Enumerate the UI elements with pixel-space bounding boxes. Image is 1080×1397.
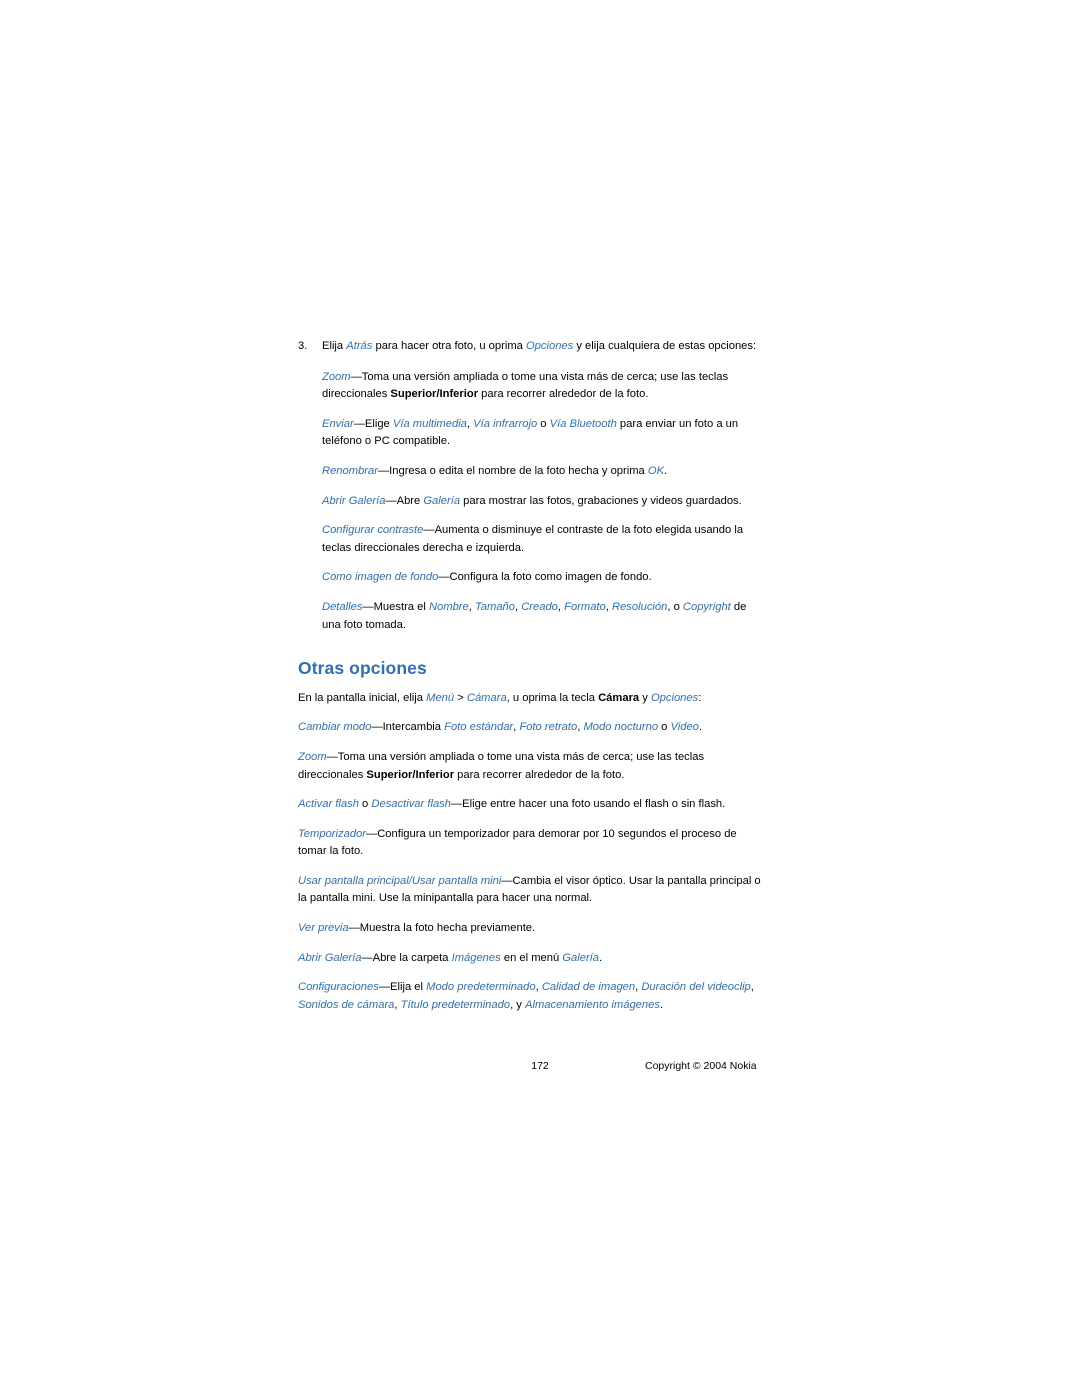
option-configuraciones-tail: . [659, 998, 664, 1011]
link-creado: Creado [521, 600, 558, 613]
option-renombrar-label: Renombrar [322, 464, 378, 477]
option-usar-pantalla: Usar pantalla principal/Usar pantalla mi… [298, 873, 768, 908]
intro-text-3: , u oprima la tecla [506, 691, 599, 704]
option-temporizador-label: Temporizador [298, 827, 366, 840]
option-enviar-desc: —Elige [353, 417, 393, 430]
option-abrir-galeria-2-mid: en el menú [500, 951, 563, 964]
option-configuraciones: Configuraciones—Elija el Modo predetermi… [298, 981, 754, 1011]
option-zoom-1-label: Zoom [322, 370, 351, 383]
step-3-text-1: Elija [322, 340, 347, 352]
step-3-text-2: para hacer otra foto, u oprima [372, 340, 526, 352]
option-zoom-2-tail: para recorrer alrededor de la foto. [454, 768, 625, 781]
option-activar-flash: Activar flash o Desactivar flash—Elige e… [298, 796, 768, 814]
link-opciones: Opciones [525, 340, 574, 352]
intro-text-4: y [639, 691, 651, 704]
link-camara: Cámara [466, 691, 507, 704]
step-3-text-3: y elija cualquiera de estas opciones: [573, 340, 757, 352]
link-menu: Menú [426, 691, 455, 704]
option-cambiar-modo: Cambiar modo—Intercambia Foto estándar, … [298, 721, 703, 734]
link-tamano: Tamaño [474, 600, 515, 613]
link-imagenes: Imágenes [451, 951, 501, 964]
option-zoom-2-label: Zoom [298, 750, 327, 763]
step-3: 3. Elija Atrás para hacer otra foto, u o… [298, 338, 768, 356]
option-abrir-galeria-1-tail: para mostrar las fotos, grabaciones y vi… [460, 494, 742, 507]
option-detalles-desc: —Muestra el [362, 600, 429, 613]
option-zoom-1-tail: para recorrer alrededor de la foto. [478, 388, 649, 401]
option-como-imagen-de-fondo-label: Como imagen de fondo [322, 571, 439, 584]
option-desactivar-flash-label: Desactivar flash [371, 798, 451, 811]
copyright-notice: Copyright © 2004 Nokia [645, 1060, 757, 1072]
option-zoom-2: Zoom—Toma una versión ampliada o tome un… [298, 749, 768, 784]
link-calidad-de-imagen: Calidad de imagen [541, 981, 636, 994]
option-abrir-galeria-2-desc: —Abre la carpeta [361, 951, 452, 964]
link-modo-predeterminado: Modo predeterminado [426, 981, 536, 994]
option-como-imagen-de-fondo-desc: —Configura la foto como imagen de fondo. [438, 571, 652, 584]
link-via-bluetooth: Vía Bluetooth [549, 417, 617, 430]
link-video: Video [670, 721, 699, 734]
option-ver-previa-label: Ver previa [298, 922, 349, 935]
link-via-infrarrojo: Vía infrarrojo [473, 417, 538, 430]
option-cambiar-modo-label: Cambiar modo [298, 721, 372, 734]
option-renombrar-desc: —Ingresa o edita el nombre de la foto he… [377, 464, 648, 477]
option-ver-previa: Ver previa—Muestra la foto hecha previam… [298, 920, 768, 938]
option-cambiar-modo-tail: . [698, 721, 703, 734]
document-page: 3. Elija Atrás para hacer otra foto, u o… [0, 0, 1080, 1397]
link-formato: Formato [564, 600, 606, 613]
page-number: 172 [531, 1060, 549, 1072]
option-activar-flash-mid: o [358, 798, 372, 811]
link-nombre: Nombre [428, 600, 469, 613]
link-copyright: Copyright [682, 600, 731, 613]
intro-bold-camara: Cámara [598, 691, 640, 704]
link-foto-retrato: Foto retrato [519, 721, 578, 734]
option-zoom-1: Zoom—Toma una versión ampliada o tome un… [298, 369, 768, 404]
link-opciones-2: Opciones [650, 691, 699, 704]
intro-text-2: > [454, 691, 467, 704]
link-atras: Atrás [346, 340, 373, 352]
option-abrir-galeria-2: Abrir Galería—Abre la carpeta Imágenes e… [298, 950, 768, 968]
intro-text-5: : [698, 691, 702, 704]
page-content: 3. Elija Atrás para hacer otra foto, u o… [298, 338, 768, 1026]
option-ver-previa-desc: —Muestra la foto hecha previamente. [348, 922, 536, 935]
option-renombrar-tail: . [664, 464, 668, 477]
option-detalles-label: Detalles [322, 600, 363, 613]
link-almacenamiento-imagenes: Almacenamiento imágenes [525, 998, 660, 1011]
option-configurar-contraste: Configurar contraste—Aumenta o disminuye… [298, 522, 768, 557]
option-usar-pantalla-mini-label: Usar pantalla mini [411, 874, 502, 887]
link-resolucion: Resolución [612, 600, 668, 613]
option-abrir-galeria-1: Abrir Galería—Abre Galería para mostrar … [298, 493, 768, 511]
link-foto-estandar: Foto estándar [444, 721, 514, 734]
section-title-otras-opciones: Otras opciones [298, 658, 427, 679]
link-modo-nocturno: Modo nocturno [583, 721, 659, 734]
option-activar-flash-label: Activar flash [298, 798, 359, 811]
option-abrir-galeria-1-desc: —Abre [385, 494, 424, 507]
link-via-multimedia: Vía multimedia [392, 417, 467, 430]
link-galeria-2: Galería [562, 951, 599, 964]
option-usar-pantalla-principal-label: Usar pantalla principal [298, 874, 409, 887]
option-configuraciones-label: Configuraciones [298, 981, 379, 994]
link-ok: OK [647, 464, 665, 477]
option-abrir-galeria-2-tail: . [599, 951, 603, 964]
option-renombrar: Renombrar—Ingresa o edita el nombre de l… [298, 463, 768, 481]
option-configuraciones-desc: —Elija el [378, 981, 427, 994]
option-zoom-1-bold: Superior/Inferior [390, 388, 479, 401]
step-number: 3. [298, 340, 308, 352]
link-galeria: Galería [423, 494, 461, 507]
intro-text-1: En la pantalla inicial, elija [298, 691, 427, 704]
option-zoom-2-bold: Superior/Inferior [366, 768, 455, 781]
intro-paragraph: En la pantalla inicial, elija Menú > Cám… [298, 690, 768, 708]
option-cambiar-modo-desc: —Intercambia [371, 721, 445, 734]
option-abrir-galeria-1-label: Abrir Galería [322, 494, 386, 507]
option-abrir-galeria-2-label: Abrir Galería [298, 951, 362, 964]
option-activar-flash-desc: —Elige entre hacer una foto usando el fl… [450, 798, 726, 811]
sep-2: o [537, 417, 550, 430]
option-detalles: Detalles—Muestra el Nombre, Tamaño, Crea… [322, 600, 747, 631]
option-enviar-label: Enviar [322, 417, 354, 430]
link-sonidos-de-camara: Sonidos de cámara [298, 998, 395, 1011]
option-temporizador: Temporizador—Configura un temporizador p… [298, 826, 768, 861]
option-enviar: Enviar—Elige Vía multimedia, Vía infrarr… [298, 416, 768, 451]
option-como-imagen-de-fondo: Como imagen de fondo—Configura la foto c… [298, 569, 768, 587]
link-duracion-del-videoclip: Duración del videoclip [641, 981, 751, 994]
option-configurar-contraste-label: Configurar contraste [322, 524, 424, 537]
link-titulo-predeterminado: Título predeterminado [400, 998, 511, 1011]
